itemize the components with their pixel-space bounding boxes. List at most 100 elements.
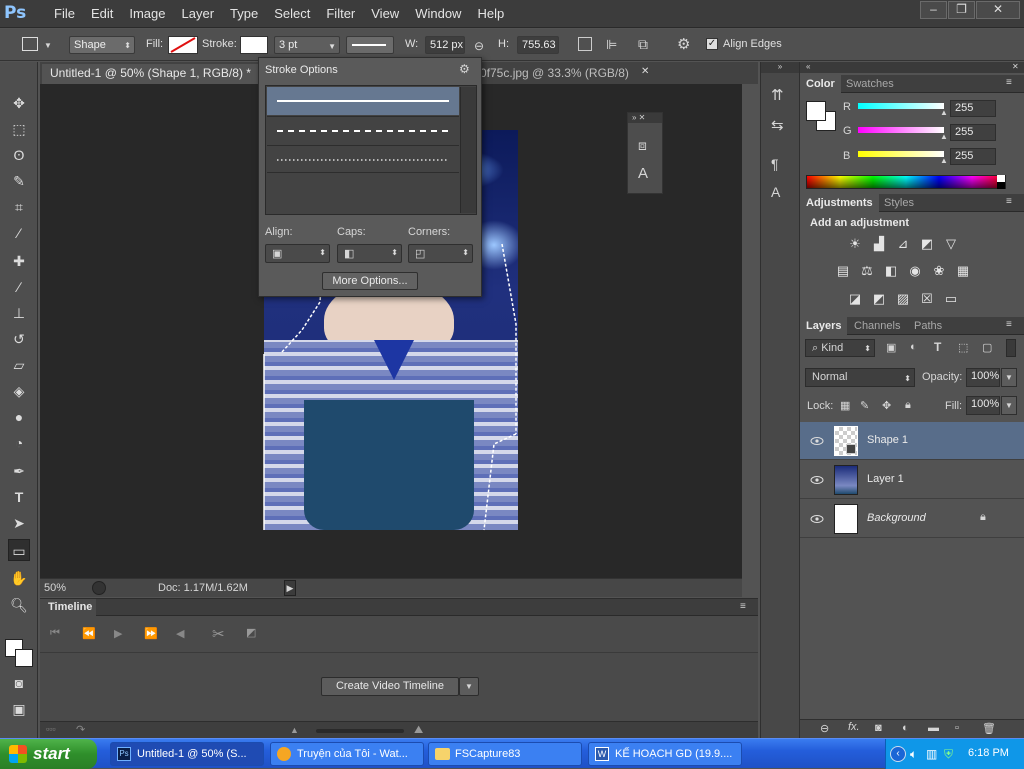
path-operations-icon[interactable]: [578, 37, 592, 51]
stroke-type-dotted[interactable]: [267, 145, 459, 173]
zoom-out-icon[interactable]: ▲: [290, 725, 310, 735]
volume-icon[interactable]: 🔈︎: [910, 747, 917, 762]
panel-menu-icon[interactable]: ≡: [740, 601, 746, 612]
layer-name[interactable]: Shape 1: [867, 434, 908, 446]
red-slider[interactable]: [858, 103, 944, 109]
tab-paths[interactable]: Paths: [908, 317, 948, 335]
convert-icon[interactable]: ↷: [76, 723, 85, 736]
stroke-type-dashed[interactable]: [267, 116, 459, 144]
layer-name[interactable]: Layer 1: [867, 473, 904, 485]
menu-view[interactable]: View: [363, 0, 407, 28]
filter-adjustment-icon[interactable]: ◐: [910, 341, 917, 353]
close-tab-icon[interactable]: ✕: [641, 66, 649, 77]
rectangle-tool-icon[interactable]: ▭: [8, 539, 30, 561]
tab-swatches[interactable]: Swatches: [840, 75, 900, 93]
paragraph-icon[interactable]: ¶: [771, 156, 779, 172]
move-tool-icon[interactable]: ✥: [8, 92, 30, 114]
opacity-field[interactable]: 100%: [966, 368, 1000, 387]
background-color-swatch[interactable]: [15, 649, 33, 667]
panel-menu-icon[interactable]: ≡: [1006, 77, 1012, 88]
character-styles-icon[interactable]: A: [771, 184, 780, 200]
tab-color[interactable]: Color: [800, 75, 841, 93]
stroke-swatch[interactable]: [240, 36, 268, 54]
transition-icon[interactable]: ◩: [246, 626, 256, 639]
history-icon[interactable]: ⇈: [771, 86, 784, 104]
pen-tool-icon[interactable]: ✒: [8, 460, 30, 482]
link-layers-icon[interactable]: ⊖: [820, 722, 829, 735]
vibrance-icon[interactable]: ▽: [943, 237, 959, 251]
eyedropper-tool-icon[interactable]: ⁄: [8, 222, 30, 244]
menu-help[interactable]: Help: [469, 0, 512, 28]
quick-mask-icon[interactable]: ◙: [8, 672, 30, 694]
stroke-list-scrollbar[interactable]: [460, 87, 476, 213]
filter-toggle[interactable]: [1006, 339, 1016, 357]
doc-info-icon[interactable]: [92, 581, 106, 595]
dock-expand-icon[interactable]: «: [806, 62, 810, 71]
menu-filter[interactable]: Filter: [318, 0, 363, 28]
menu-edit[interactable]: Edit: [83, 0, 121, 28]
delete-layer-icon[interactable]: 🗑︎: [982, 722, 996, 735]
zoom-in-icon[interactable]: ⛰: [414, 724, 423, 737]
brush-presets-icon[interactable]: ⇆: [771, 116, 784, 134]
width-field[interactable]: 512 px: [425, 36, 465, 54]
rectangle-tool-preset-icon[interactable]: [22, 37, 38, 51]
blur-tool-icon[interactable]: ●: [8, 406, 30, 428]
timeline-zoom-slider[interactable]: [316, 729, 404, 733]
path-selection-tool-icon[interactable]: ➤: [8, 512, 30, 534]
gear-icon[interactable]: ⚙: [677, 35, 690, 53]
type-tool-icon[interactable]: T: [8, 486, 30, 508]
menu-window[interactable]: Window: [407, 0, 469, 28]
lock-position-icon[interactable]: ✥: [882, 399, 891, 412]
lock-transparent-icon[interactable]: ▦: [840, 399, 850, 412]
black-white-icon[interactable]: ◧: [883, 264, 899, 278]
green-value[interactable]: 255: [950, 124, 996, 141]
dodge-tool-icon[interactable]: ◔: [8, 432, 30, 454]
corners-select[interactable]: ◰ ⬍: [408, 244, 473, 263]
exposure-icon[interactable]: ◩: [919, 237, 935, 251]
zoom-tool-icon[interactable]: 🔍︎: [8, 594, 30, 616]
new-group-icon[interactable]: ▬: [928, 722, 939, 734]
blue-slider-thumb[interactable]: ▲: [940, 156, 948, 165]
clock[interactable]: 6:18 PM: [968, 747, 1009, 759]
eye-icon[interactable]: [810, 512, 824, 526]
threshold-icon[interactable]: ▨: [895, 292, 911, 306]
invert-icon[interactable]: ◪: [847, 292, 863, 306]
scissors-icon[interactable]: ✂: [212, 625, 225, 643]
task-fscapture[interactable]: FSCapture83: [428, 742, 582, 766]
layer-row-background[interactable]: Background 🔒︎: [800, 500, 1024, 538]
opacity-dropdown[interactable]: ▼: [1001, 368, 1017, 387]
layer-row-shape-1[interactable]: Shape 1: [800, 422, 1024, 460]
task-word-document[interactable]: W KẾ HOẠCH GD (19.9....: [588, 742, 742, 766]
task-photoshop[interactable]: Ps Untitled-1 @ 50% (S...: [110, 742, 264, 766]
next-frame-icon[interactable]: ⏩: [144, 627, 158, 640]
levels-icon[interactable]: ▟: [871, 237, 887, 251]
marquee-tool-icon[interactable]: ⬚: [8, 118, 30, 140]
screen-mode-icon[interactable]: ▣: [8, 698, 30, 720]
white-swatch[interactable]: [997, 175, 1005, 182]
crop-tool-icon[interactable]: ⌗: [8, 196, 30, 218]
tab-0f75c[interactable]: 0f75c.jpg @ 33.3% (RGB/8): [480, 64, 660, 84]
new-layer-icon[interactable]: ▫: [955, 722, 959, 734]
tab-layers[interactable]: Layers: [800, 317, 848, 335]
chevron-down-icon[interactable]: ▼: [44, 41, 52, 50]
play-icon[interactable]: ▶: [114, 627, 122, 640]
filter-type-icon[interactable]: T: [934, 340, 941, 354]
caps-select[interactable]: ◧ ⬍: [337, 244, 402, 263]
hand-tool-icon[interactable]: ✋: [8, 567, 30, 589]
eraser-tool-icon[interactable]: ▱: [8, 354, 30, 376]
task-wattpad[interactable]: Truyện của Tôi - Wat...: [270, 742, 424, 766]
restore-button[interactable]: ❐: [948, 1, 975, 19]
filter-pixel-icon[interactable]: ▣: [886, 341, 896, 354]
menu-select[interactable]: Select: [266, 0, 318, 28]
menu-layer[interactable]: Layer: [174, 0, 223, 28]
brightness-contrast-icon[interactable]: ☀: [847, 237, 863, 251]
healing-brush-tool-icon[interactable]: ✚: [8, 250, 30, 272]
menu-type[interactable]: Type: [222, 0, 266, 28]
eye-icon[interactable]: [810, 473, 824, 487]
menu-image[interactable]: Image: [121, 0, 173, 28]
gradient-map-icon[interactable]: ▭: [943, 292, 959, 306]
photo-filter-icon[interactable]: ◉: [907, 264, 923, 278]
lock-all-icon[interactable]: 🔒︎: [905, 399, 911, 412]
layer-filter-select[interactable]: ⌕ Kind ⬍: [805, 339, 875, 357]
fill-field[interactable]: 100%: [966, 396, 1000, 415]
